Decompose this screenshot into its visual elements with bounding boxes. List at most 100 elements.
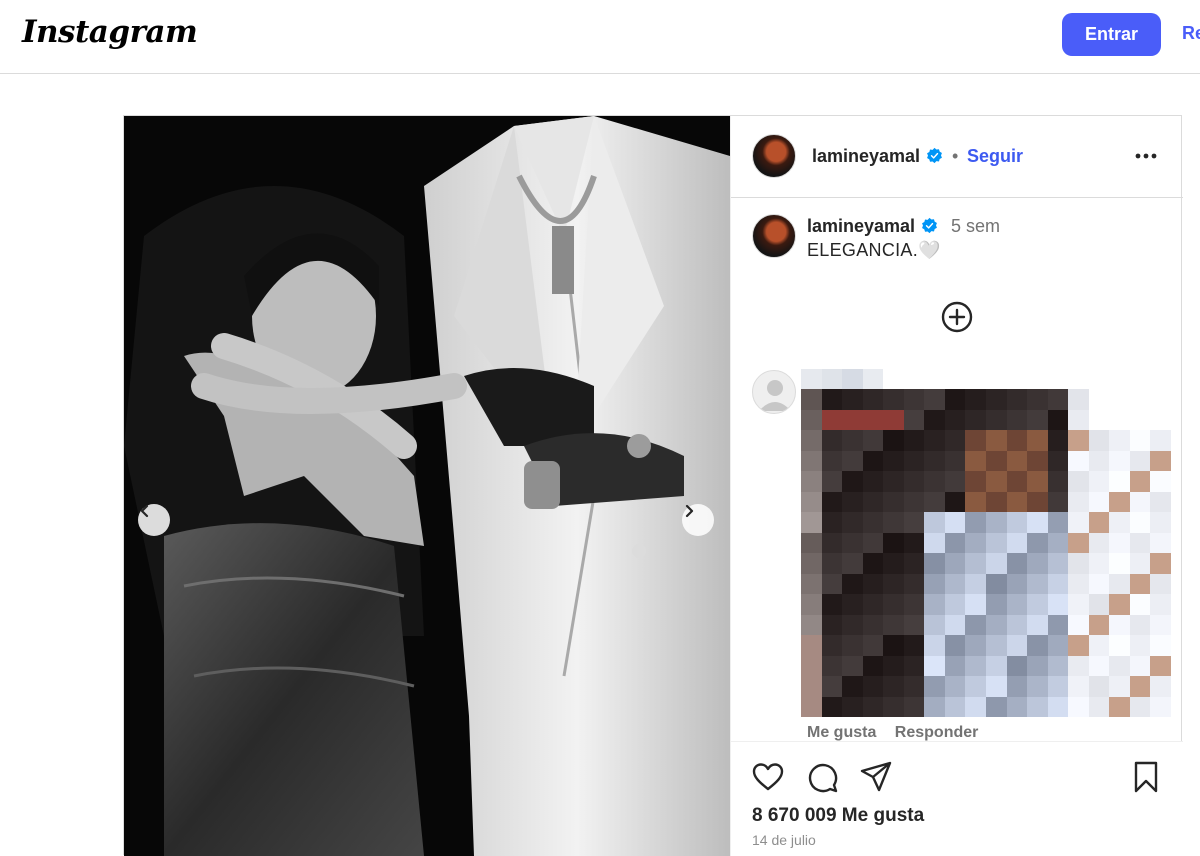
mosaic-tile: [862, 573, 884, 594]
mosaic-tile: [1047, 512, 1069, 533]
mosaic-tile: [1109, 512, 1130, 533]
mosaic-tile: [944, 614, 966, 635]
post-author-link[interactable]: lamineyamal: [812, 146, 943, 167]
caption-author-name[interactable]: lamineyamal: [807, 216, 915, 236]
signup-link[interactable]: Re: [1182, 23, 1200, 44]
mosaic-tile: [903, 655, 925, 676]
mosaic-tile: [821, 532, 843, 553]
mosaic-tile: [1027, 635, 1048, 656]
mosaic-tile: [965, 614, 986, 635]
mosaic-tile: [1047, 471, 1069, 492]
mosaic-tile: [965, 532, 986, 553]
mosaic-tile: [1150, 614, 1171, 635]
mosaic-tile: [862, 450, 884, 471]
verified-badge-icon: [927, 147, 942, 164]
mosaic-tile: [821, 676, 843, 697]
mosaic-tile: [1047, 430, 1069, 451]
mosaic-tile: [1047, 532, 1069, 553]
mosaic-tile: [883, 655, 904, 676]
mosaic-tile: [1027, 491, 1048, 512]
next-photo-button[interactable]: [682, 504, 714, 536]
send-icon[interactable]: [859, 760, 893, 794]
mosaic-tile: [903, 594, 925, 615]
mosaic-tile: [862, 594, 884, 615]
mosaic-tile: [801, 389, 822, 410]
chevron-left-icon: [140, 504, 149, 518]
comment-icon[interactable]: [805, 760, 839, 794]
login-button[interactable]: Entrar: [1062, 13, 1161, 56]
mosaic-tile: [965, 696, 986, 717]
mosaic-tile: [985, 635, 1007, 656]
post-photo[interactable]: [124, 116, 730, 856]
mosaic-tile: [965, 450, 986, 471]
mosaic-tile: [883, 676, 904, 697]
mosaic-tile: [821, 512, 843, 533]
mosaic-tile: [821, 635, 843, 656]
avatar[interactable]: [752, 134, 796, 178]
avatar[interactable]: [752, 214, 796, 258]
post-header: lamineyamal • Seguir: [731, 116, 1183, 198]
mosaic-tile: [883, 512, 904, 533]
mosaic-tile: [842, 532, 863, 553]
mosaic-tile: [842, 635, 863, 656]
mosaic-tile: [821, 430, 843, 451]
mosaic-tile: [903, 676, 925, 697]
mosaic-tile: [1088, 512, 1110, 533]
mosaic-tile: [1109, 409, 1130, 430]
mosaic-tile: [985, 491, 1007, 512]
mosaic-tile: [1068, 594, 1089, 615]
mosaic-tile: [1006, 491, 1028, 512]
mosaic-tile: [1088, 635, 1110, 656]
mosaic-tile: [1129, 594, 1151, 615]
mosaic-tile: [985, 553, 1007, 574]
mosaic-tile: [1027, 676, 1048, 697]
previous-photo-button[interactable]: [138, 504, 170, 536]
mosaic-tile: [821, 614, 843, 635]
follow-button[interactable]: Seguir: [967, 146, 1023, 167]
instagram-logo[interactable]: Instagram: [22, 14, 198, 50]
mosaic-tile: [985, 532, 1007, 553]
add-circle-icon[interactable]: [940, 300, 974, 334]
mosaic-tile: [1150, 553, 1171, 574]
mosaic-tile: [1027, 594, 1048, 615]
comment-reply-button[interactable]: Responder: [895, 724, 979, 741]
mosaic-tile: [985, 614, 1007, 635]
caption-author[interactable]: lamineyamal: [807, 216, 938, 237]
mosaic-tile: [842, 696, 863, 717]
comment-avatar[interactable]: [752, 370, 796, 414]
more-options-icon[interactable]: [1131, 144, 1161, 168]
mosaic-tile: [1129, 655, 1151, 676]
mosaic-tile: [944, 573, 966, 594]
mosaic-tile: [862, 491, 884, 512]
mosaic-tile: [985, 450, 1007, 471]
mosaic-tile: [801, 471, 822, 492]
mosaic-tile: [1047, 594, 1069, 615]
bookmark-icon[interactable]: [1129, 760, 1163, 794]
mosaic-tile: [1068, 553, 1089, 574]
mosaic-tile: [801, 635, 822, 656]
mosaic-tile: [883, 409, 904, 430]
mosaic-tile: [1006, 430, 1028, 451]
mosaic-tile: [903, 450, 925, 471]
mosaic-tile: [985, 389, 1007, 410]
blurred-commenter-name[interactable]: [801, 369, 883, 389]
mosaic-tile: [1047, 676, 1069, 697]
mosaic-tile: [1150, 450, 1171, 471]
post-date[interactable]: 14 de julio: [752, 832, 816, 848]
mosaic-tile: [1006, 696, 1028, 717]
post-author-name[interactable]: lamineyamal: [812, 146, 920, 166]
mosaic-tile: [801, 614, 822, 635]
caption-timestamp[interactable]: 5 sem: [951, 216, 1000, 237]
mosaic-tile: [842, 430, 863, 451]
mosaic-tile: [924, 676, 945, 697]
heart-icon[interactable]: [751, 760, 785, 794]
comment-like-button[interactable]: Me gusta: [807, 724, 876, 741]
mosaic-tile: [944, 491, 966, 512]
mosaic-tile: [1047, 635, 1069, 656]
chevron-right-icon: [685, 504, 694, 518]
mosaic-tile: [1047, 409, 1069, 430]
likes-count[interactable]: 8 670 009 Me gusta: [752, 805, 924, 827]
mosaic-tile: [1047, 450, 1069, 471]
mosaic-tile: [1129, 430, 1151, 451]
mosaic-tile: [821, 696, 843, 717]
